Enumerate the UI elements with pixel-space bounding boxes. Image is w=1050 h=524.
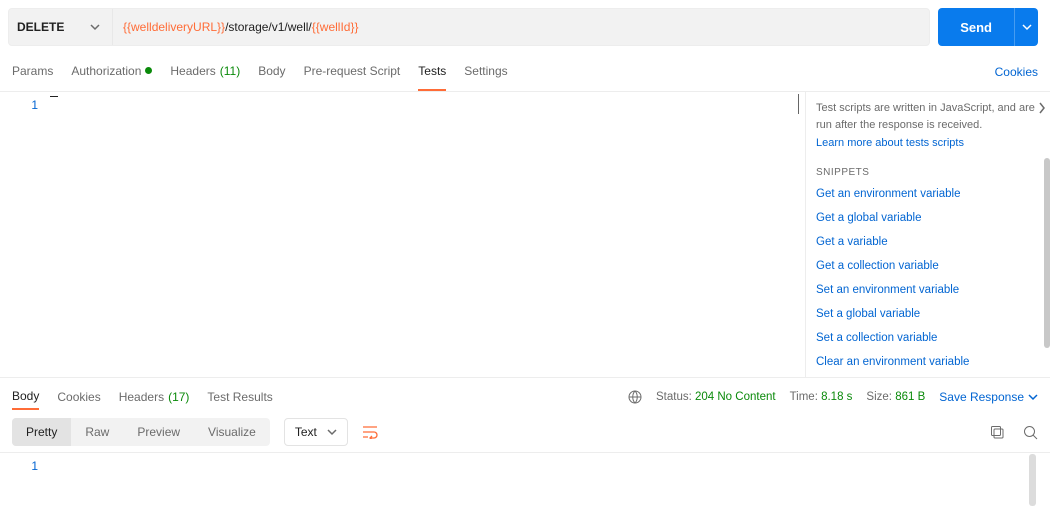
tests-code-editor[interactable]: 1 <box>0 92 806 377</box>
snippet-item[interactable]: Get an environment variable <box>816 188 1042 200</box>
view-pretty-button[interactable]: Pretty <box>12 418 71 446</box>
copy-button[interactable] <box>990 425 1005 440</box>
view-toggle: Pretty Raw Preview Visualize <box>12 418 270 446</box>
chevron-down-icon <box>1022 22 1032 32</box>
response-actions <box>990 425 1038 440</box>
code-body[interactable] <box>48 92 805 377</box>
tab-headers[interactable]: Headers(11) <box>170 52 240 91</box>
request-tabs: Params Authorization Headers(11) Body Pr… <box>12 52 508 91</box>
status-dot-icon <box>145 67 152 74</box>
snippet-item[interactable]: Set a global variable <box>816 308 1042 320</box>
url-variable: {{welldeliveryURL}} <box>123 20 225 34</box>
scrollbar[interactable] <box>1044 158 1050 348</box>
send-button-group: Send <box>938 8 1038 46</box>
cookies-link[interactable]: Cookies <box>995 65 1038 79</box>
http-method-value: DELETE <box>17 20 64 34</box>
snippets-title: SNIPPETS <box>816 167 1042 178</box>
wrap-icon <box>362 425 378 439</box>
tab-params[interactable]: Params <box>12 52 53 91</box>
gutter: 1 <box>0 453 48 510</box>
wrap-lines-button[interactable] <box>356 421 384 443</box>
view-visualize-button[interactable]: Visualize <box>194 418 270 446</box>
save-response-button[interactable]: Save Response <box>939 390 1038 404</box>
gutter: 1 <box>0 92 48 377</box>
rtab-headers[interactable]: Headers(17) <box>119 384 190 410</box>
chevron-down-icon <box>90 22 100 32</box>
search-button[interactable] <box>1023 425 1038 440</box>
snippet-item[interactable]: Clear an environment variable <box>816 356 1042 368</box>
scrollbar[interactable] <box>1029 454 1036 506</box>
snippets-panel: Test scripts are written in JavaScript, … <box>806 92 1050 377</box>
snippets-intro: Test scripts are written in JavaScript, … <box>816 100 1042 133</box>
response-tabs: Body Cookies Headers(17) Test Results <box>12 384 273 410</box>
rtab-body[interactable]: Body <box>12 384 39 410</box>
tab-settings[interactable]: Settings <box>464 52 507 91</box>
url-variable: {{wellId}} <box>312 20 359 34</box>
view-preview-button[interactable]: Preview <box>123 418 194 446</box>
url-path: /storage/v1/well/ <box>225 20 312 34</box>
content-type-select[interactable]: Text <box>284 418 348 446</box>
send-button[interactable]: Send <box>938 8 1014 46</box>
snippet-item[interactable]: Get a global variable <box>816 212 1042 224</box>
tab-prerequest[interactable]: Pre-request Script <box>304 52 401 91</box>
tab-body[interactable]: Body <box>258 52 285 91</box>
rtab-cookies[interactable]: Cookies <box>57 384 100 410</box>
snippet-item[interactable]: Get a variable <box>816 236 1042 248</box>
learn-more-link[interactable]: Learn more about tests scripts <box>816 137 1042 149</box>
snippet-item[interactable]: Set a collection variable <box>816 332 1042 344</box>
response-body-editor[interactable]: 1 <box>0 452 1050 510</box>
response-meta: Status: 204 No Content Time: 8.18 s Size… <box>628 390 1038 404</box>
tab-tests[interactable]: Tests <box>418 52 446 91</box>
snippets-list: Get an environment variable Get a global… <box>816 188 1042 368</box>
url-input[interactable]: {{welldeliveryURL}}/storage/v1/well/{{we… <box>113 20 929 34</box>
chevron-right-icon[interactable] <box>1038 102 1046 114</box>
snippet-item[interactable]: Get a collection variable <box>816 260 1042 272</box>
network-icon[interactable] <box>628 390 642 404</box>
ruler-icon <box>798 94 799 114</box>
view-raw-button[interactable]: Raw <box>71 418 123 446</box>
response-code-body[interactable] <box>48 453 1050 510</box>
cursor-icon <box>50 96 58 110</box>
method-url-bar: DELETE {{welldeliveryURL}}/storage/v1/we… <box>8 8 930 46</box>
send-more-button[interactable] <box>1014 8 1038 46</box>
chevron-down-icon <box>327 427 337 437</box>
snippet-item[interactable]: Set an environment variable <box>816 284 1042 296</box>
rtab-testresults[interactable]: Test Results <box>207 384 272 410</box>
tab-authorization[interactable]: Authorization <box>71 52 152 91</box>
http-method-select[interactable]: DELETE <box>9 9 113 45</box>
